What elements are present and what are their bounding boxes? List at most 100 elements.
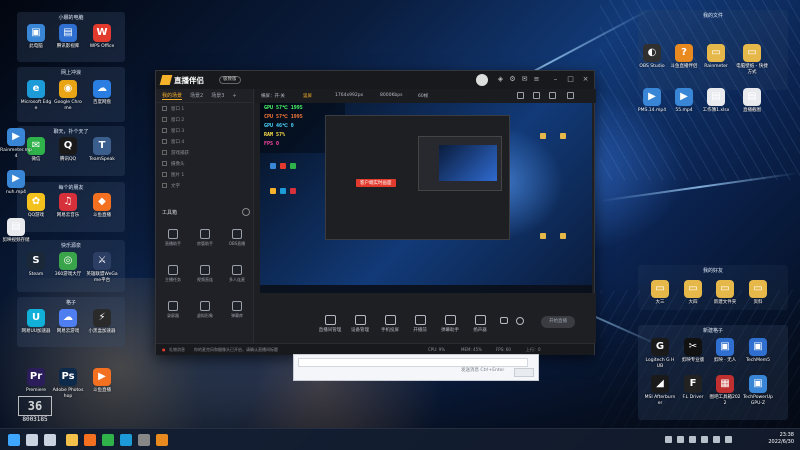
desktop-icon[interactable]: ▣ 剪映 · 无人: [709, 338, 741, 364]
maximize-icon[interactable]: □: [566, 75, 575, 84]
streamer-app-window[interactable]: 直播伴侣 极致版 ◈ ⚙ ✉ ≡ – □ × 我的场景 场景2 场景3 + 窗口…: [155, 70, 596, 355]
tool-item[interactable]: 虚拟形象: [192, 301, 218, 319]
desktop-icon[interactable]: ♫ 网易云音乐: [52, 193, 84, 219]
streamer-icon[interactable]: [156, 434, 168, 446]
status-gifts[interactable]: 礼物消息: [169, 347, 185, 353]
source-item[interactable]: 窗口 4: [156, 136, 253, 147]
room-manage-button[interactable]: 直播间管理: [317, 315, 343, 333]
live-preview[interactable]: GPU 57℃ 1995 CPU 57℃ 1995 GPU 46℃ 0 RAM …: [260, 103, 592, 293]
tab-scene-2[interactable]: 场景2: [190, 92, 203, 99]
chat-send-button[interactable]: [514, 368, 534, 377]
desktop-icon[interactable]: ? 斗鱼直播伴侣: [668, 44, 700, 70]
desktop-icon[interactable]: Pr Premiere: [20, 368, 52, 394]
desktop-icon[interactable]: ▦ 图吧工具箱2022: [709, 375, 741, 406]
danmaku-button[interactable]: 弹幕助手: [437, 315, 463, 333]
desktop-icon[interactable]: ▶ PMS.14.mp4: [636, 88, 668, 114]
source-checkbox[interactable]: [162, 183, 167, 188]
source-item[interactable]: 窗口 2: [156, 114, 253, 125]
source-checkbox[interactable]: [162, 139, 167, 144]
camera-icon[interactable]: [499, 317, 509, 324]
desktop-icon[interactable]: ◎ 360游戏大厅: [52, 252, 84, 278]
desktop-icon[interactable]: ▶ 55.mp4: [668, 88, 700, 114]
desktop-icon[interactable]: Ps Adobe Photoshop: [52, 368, 84, 399]
desktop-icon[interactable]: ▶ nuh.mp4: [0, 170, 32, 196]
tool-item[interactable]: OBS直播: [224, 229, 250, 247]
tool-item[interactable]: 主播任务: [160, 265, 186, 283]
desktop-icon[interactable]: ◆ 斗鱼直播: [86, 193, 118, 219]
source-checkbox[interactable]: [162, 172, 167, 177]
source-item[interactable]: 窗口 1: [156, 103, 253, 114]
source-checkbox[interactable]: [162, 150, 167, 155]
skin-icon[interactable]: ◈: [496, 75, 505, 84]
desktop-icon[interactable]: ▤ 工作簿1.xlsx: [700, 88, 732, 114]
message-icon[interactable]: ✉: [520, 75, 529, 84]
add-scene-icon[interactable]: +: [232, 93, 236, 99]
obs-icon[interactable]: [138, 434, 150, 446]
edge-icon[interactable]: [120, 434, 132, 446]
resolution-select[interactable]: 1764x992px: [335, 93, 363, 98]
source-item[interactable]: 窗口 3: [156, 125, 253, 136]
desktop-icon[interactable]: ▣ 此电脑: [20, 24, 52, 50]
fps-select[interactable]: 60帧: [418, 93, 428, 99]
avatar[interactable]: [476, 74, 488, 86]
desktop-icon[interactable]: ☁ 百度网盘: [86, 80, 118, 106]
bitrate-select[interactable]: 8000Kbps: [380, 93, 402, 98]
network-icon[interactable]: [677, 436, 684, 443]
wechat-icon[interactable]: [102, 434, 114, 446]
task-view-icon[interactable]: [44, 434, 56, 446]
desktop-icon[interactable]: ⚡ 小黑盒加速器: [86, 309, 118, 335]
desktop-icon[interactable]: ▤ 直播截图: [736, 88, 768, 114]
source-checkbox[interactable]: [162, 161, 167, 166]
desktop-icon[interactable]: ◐ OBS Studio: [636, 44, 668, 70]
desktop-icon[interactable]: ▶ Rainmeter.mp4: [0, 128, 32, 159]
desktop-icon[interactable]: e Microsoft Edge: [20, 80, 52, 111]
desktop-icon[interactable]: ✿ QQ游戏: [20, 193, 52, 219]
phone-cast-button[interactable]: 手机投屏: [377, 315, 403, 333]
screenshot-icon[interactable]: [549, 92, 556, 99]
search-icon[interactable]: [26, 434, 38, 446]
douyu-icon[interactable]: [84, 434, 96, 446]
source-item[interactable]: 文字: [156, 180, 253, 191]
tray-chevron-icon[interactable]: [665, 436, 672, 443]
source-item[interactable]: 游戏捕获: [156, 147, 253, 158]
desktop-icon[interactable]: G Logitech G HUB: [644, 338, 676, 369]
desktop-icon[interactable]: ▣ TechPowerUp GPU-Z: [742, 375, 774, 406]
source-item[interactable]: 摄像头: [156, 158, 253, 169]
desktop-icon[interactable]: ▭ 新建文件夹: [709, 280, 741, 306]
tab-scene-1[interactable]: 我的场景: [162, 92, 183, 100]
desktop-icon[interactable]: ▣ TechMem5: [742, 338, 774, 364]
desktop-icon[interactable]: F F.L Driver: [677, 375, 709, 401]
gear-icon[interactable]: [515, 317, 525, 325]
device-button[interactable]: 设备管理: [347, 315, 373, 333]
source-item[interactable]: 图片 1: [156, 169, 253, 180]
ime-icon[interactable]: [713, 436, 720, 443]
speaker-button[interactable]: 扬声器: [467, 315, 493, 333]
tool-item[interactable]: 房管助手: [192, 229, 218, 247]
desktop-icon[interactable]: ◢ MSI Afterburner: [644, 375, 676, 406]
desktop-icon[interactable]: T TeamSpeak: [86, 137, 118, 163]
tool-item[interactable]: 直播助手: [160, 229, 186, 247]
file-explorer-icon[interactable]: [66, 434, 78, 446]
tool-item[interactable]: 录屏器: [160, 301, 186, 319]
windows-icon[interactable]: [8, 434, 20, 446]
desktop-icon[interactable]: Q 腾讯QQ: [52, 137, 84, 163]
orientation-toggle[interactable]: 横屏：开·关: [261, 93, 285, 99]
clock[interactable]: 23:38 2022/6/30: [768, 432, 794, 446]
chat-input[interactable]: [298, 358, 528, 367]
battery-icon[interactable]: [701, 436, 708, 443]
desktop-icon[interactable]: ▭ 资料: [742, 280, 774, 306]
settings-icon[interactable]: ⚙: [508, 75, 517, 84]
record-icon[interactable]: [533, 92, 540, 99]
desktop-icon[interactable]: W WPS Office: [86, 24, 118, 50]
desktop-icon[interactable]: ▤ 腾讯影视库: [52, 24, 84, 50]
desktop-icon[interactable]: ▭ 大四: [677, 280, 709, 306]
tab-scene-3[interactable]: 场景3: [211, 92, 224, 99]
desktop-icon[interactable]: ◉ Google Chrome: [52, 80, 84, 111]
share-icon[interactable]: [567, 92, 574, 99]
desktop-icon[interactable]: ▤ 剪映视频存储: [0, 218, 32, 244]
desktop-icon[interactable]: ⚔ 英雄联盟WeGame平台: [86, 252, 118, 283]
source-checkbox[interactable]: [162, 117, 167, 122]
desktop-icon[interactable]: ▭ 大三: [644, 280, 676, 306]
minimize-icon[interactable]: –: [551, 75, 560, 84]
toolbox-settings-icon[interactable]: [242, 208, 250, 216]
